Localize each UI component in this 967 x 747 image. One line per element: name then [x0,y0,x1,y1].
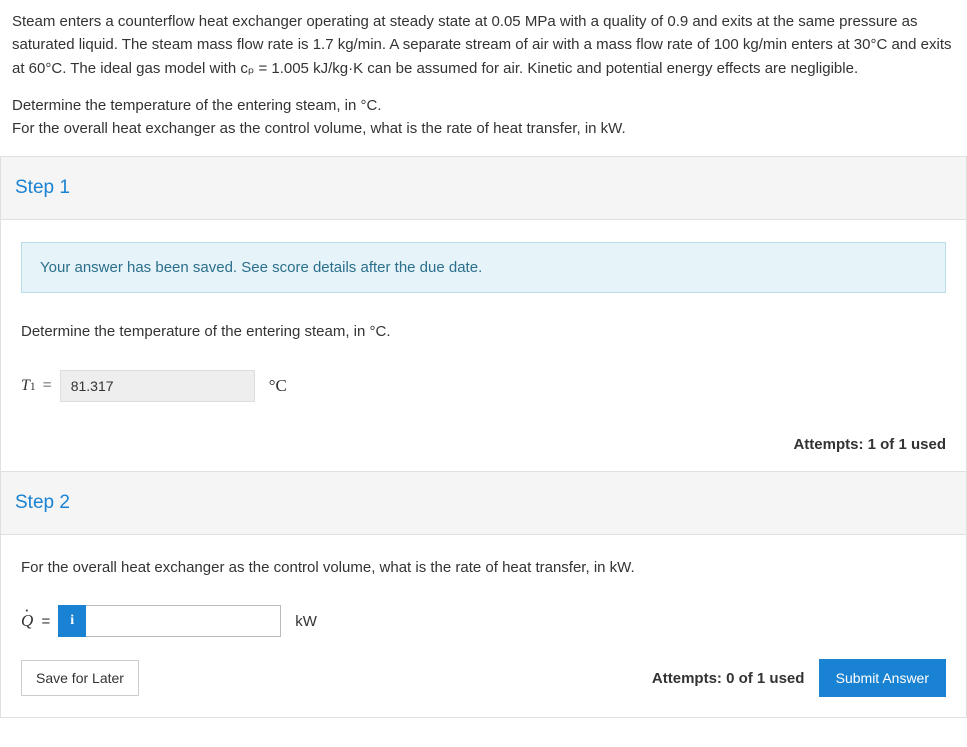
step-1-attempts: Attempts: 1 of 1 used [1,426,966,471]
problem-paragraph-1: Steam enters a counterflow heat exchange… [12,10,955,80]
save-for-later-button[interactable]: Save for Later [21,660,139,696]
qdot-label: Q = [21,611,50,631]
t1-label: T1 = [21,377,52,395]
step-2-header: Step 2 [1,472,966,535]
qdot-input[interactable] [86,605,281,637]
step-2: Step 2 For the overall heat exchanger as… [0,472,967,719]
problem-statement: Steam enters a counterflow heat exchange… [0,0,967,157]
problem-paragraph-2: Determine the temperature of the enterin… [12,94,955,141]
step-1-question: Determine the temperature of the enterin… [21,321,946,344]
step-2-attempts: Attempts: 0 of 1 used [652,670,805,687]
saved-alert: Your answer has been saved. See score de… [21,242,946,293]
step-2-answer-row: Q = i kW [21,605,946,637]
step-1-answer-row: T1 = °C [21,370,946,402]
info-icon[interactable]: i [58,605,86,637]
step-2-question: For the overall heat exchanger as the co… [21,557,946,580]
submit-answer-button[interactable]: Submit Answer [819,659,946,697]
step-1: Step 1 Your answer has been saved. See s… [0,157,967,472]
t1-input [60,370,255,402]
step-1-header: Step 1 [1,157,966,220]
t1-unit: °C [269,376,287,396]
qdot-unit: kW [295,613,317,630]
